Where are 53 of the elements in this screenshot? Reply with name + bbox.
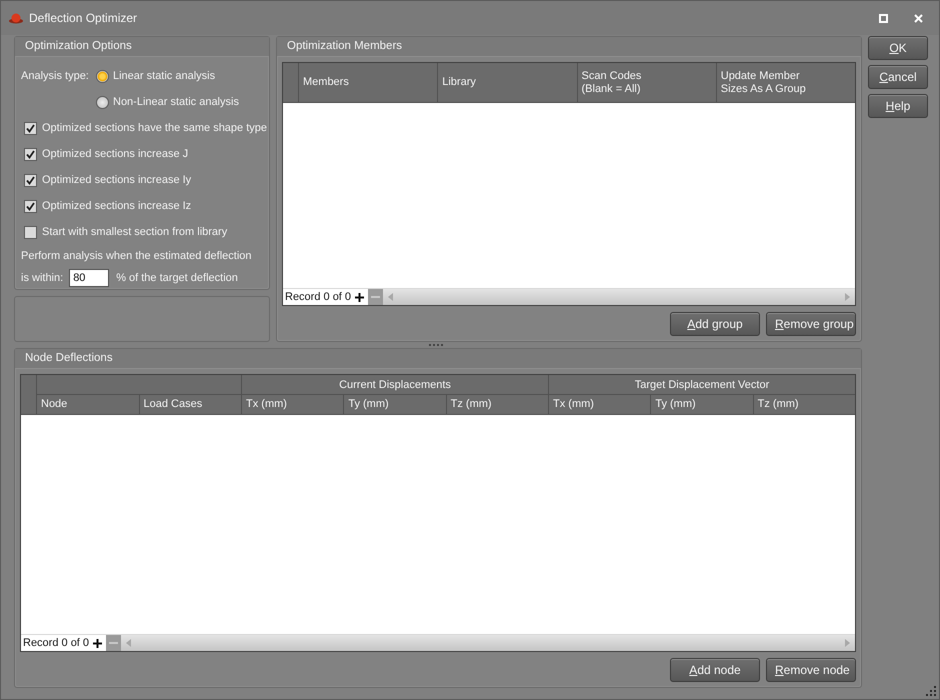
column-group-header: Target Displacement Vector bbox=[549, 375, 855, 395]
column-group-header: Current Displacements bbox=[242, 375, 548, 395]
column-header[interactable]: Members bbox=[299, 63, 438, 102]
maximize-icon[interactable] bbox=[879, 14, 888, 22]
ok-button[interactable]: OK bbox=[868, 36, 928, 60]
cancel-button[interactable]: Cancel bbox=[868, 65, 928, 89]
target-deflection-label: % of the target deflection bbox=[116, 272, 238, 284]
add-node-button[interactable]: Add node bbox=[670, 658, 760, 682]
column-header[interactable]: Library bbox=[438, 63, 578, 102]
column-header[interactable]: Load Cases bbox=[140, 395, 241, 414]
checkbox[interactable] bbox=[24, 148, 37, 160]
checkbox[interactable] bbox=[24, 122, 37, 134]
help-button[interactable]: Help bbox=[868, 94, 928, 118]
radio-button[interactable] bbox=[96, 96, 109, 108]
add-group-button[interactable]: Add group bbox=[670, 312, 760, 336]
threshold-text: Perform analysis when the estimated deflection bbox=[21, 249, 253, 264]
percentage-field[interactable]: 80 bbox=[69, 269, 110, 287]
checkbox-label[interactable]: Optimized sections increase Iz bbox=[42, 200, 192, 212]
close-icon[interactable] bbox=[914, 14, 923, 22]
column-header[interactable]: Update Member Sizes As A Group bbox=[716, 63, 855, 102]
checkbox[interactable] bbox=[24, 174, 37, 186]
group-title: Optimization Options bbox=[15, 37, 269, 57]
column-header[interactable]: Tz (mm) bbox=[446, 395, 548, 414]
checkbox-label[interactable]: Start with smallest section from library bbox=[42, 226, 228, 238]
column-header[interactable]: Node bbox=[37, 395, 140, 414]
within-label: is within: bbox=[21, 272, 64, 284]
record-counter: Record 0 of 0 bbox=[284, 291, 352, 303]
checkbox-label[interactable]: Optimized sections have the same shape type bbox=[42, 122, 268, 134]
remove-node-button[interactable]: Remove node bbox=[766, 658, 856, 682]
column-header[interactable]: Scan Codes (Blank = All) bbox=[578, 63, 717, 102]
radio-option[interactable]: Linear static analysis bbox=[96, 70, 216, 82]
window-title: Deflection Optimizer bbox=[29, 11, 138, 25]
column-header[interactable]: Tz (mm) bbox=[754, 395, 855, 414]
group-title: Optimization Members bbox=[277, 37, 861, 57]
analysis-type-label: Analysis type: bbox=[21, 70, 90, 82]
column-header[interactable]: Tx (mm) bbox=[549, 395, 652, 414]
checkbox-label[interactable]: Optimized sections increase J bbox=[42, 148, 188, 160]
record-counter: Record 0 of 0 bbox=[22, 637, 90, 649]
resize-grip-icon[interactable] bbox=[926, 686, 936, 696]
remove-group-button[interactable]: Remove group bbox=[766, 312, 856, 336]
app-icon bbox=[9, 12, 23, 24]
checkbox[interactable] bbox=[24, 226, 37, 238]
column-header[interactable]: Tx (mm) bbox=[242, 395, 344, 414]
radio-button[interactable] bbox=[96, 70, 109, 82]
checkbox-label[interactable]: Optimized sections increase Iy bbox=[42, 174, 192, 186]
add-icon[interactable] bbox=[93, 638, 102, 648]
splitter-grip-icon[interactable] bbox=[429, 344, 443, 347]
checkbox[interactable] bbox=[24, 200, 37, 212]
column-header[interactable]: Ty (mm) bbox=[651, 395, 754, 414]
add-icon[interactable] bbox=[355, 292, 364, 302]
radio-option[interactable]: Non-Linear static analysis bbox=[96, 96, 239, 108]
group-title: Node Deflections bbox=[15, 349, 861, 369]
column-header[interactable]: Ty (mm) bbox=[344, 395, 447, 414]
